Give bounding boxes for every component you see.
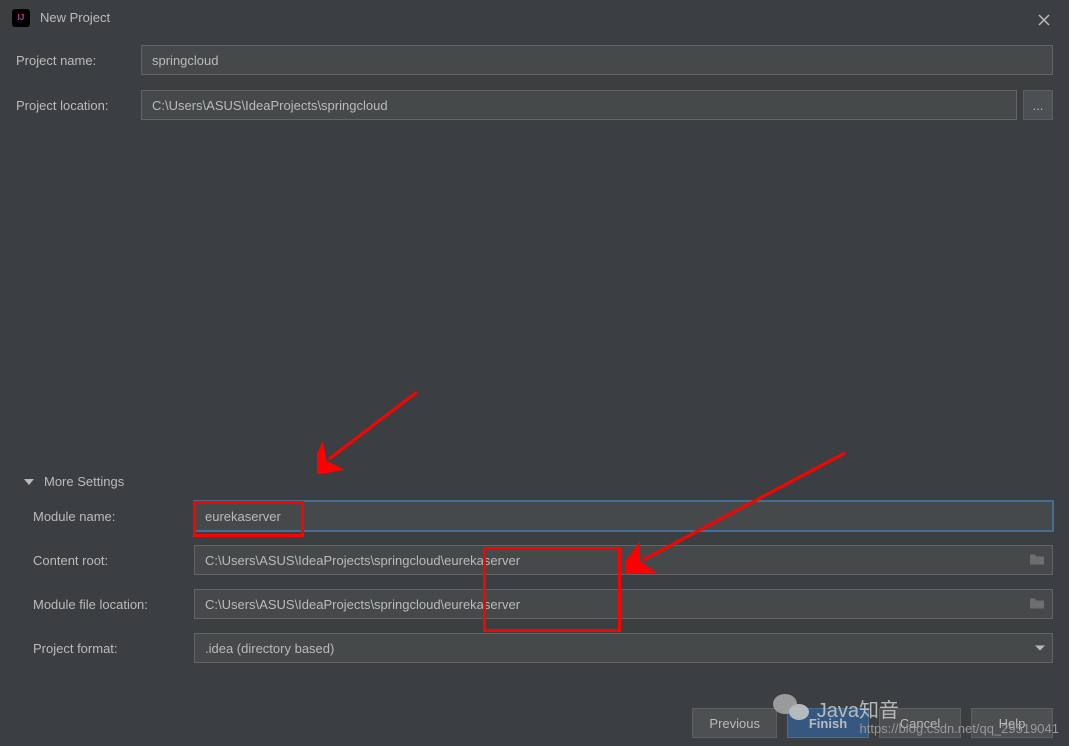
close-icon[interactable]	[1034, 10, 1054, 30]
chevron-down-icon[interactable]	[1035, 646, 1045, 651]
project-location-row: Project location: ...	[16, 90, 1053, 120]
content-root-input[interactable]	[194, 545, 1053, 575]
browse-button[interactable]: ...	[1023, 90, 1053, 120]
module-file-location-row: Module file location:	[16, 589, 1053, 619]
module-name-row: Module name:	[16, 501, 1053, 531]
intellij-icon	[12, 9, 30, 27]
cancel-button[interactable]: Cancel	[879, 708, 961, 738]
project-name-label: Project name:	[16, 53, 141, 68]
content-root-row: Content root:	[16, 545, 1053, 575]
module-file-location-input[interactable]	[194, 589, 1053, 619]
project-name-row: Project name:	[16, 45, 1053, 75]
project-location-input[interactable]	[141, 90, 1017, 120]
more-settings-toggle[interactable]: More Settings	[16, 470, 1053, 501]
content-root-label: Content root:	[33, 553, 194, 568]
project-format-label: Project format:	[33, 641, 194, 656]
folder-icon[interactable]	[1029, 552, 1045, 569]
chevron-down-icon	[24, 479, 34, 485]
module-file-location-label: Module file location:	[33, 597, 194, 612]
project-format-row: Project format:	[16, 633, 1053, 663]
module-name-input[interactable]	[194, 501, 1053, 531]
project-format-select[interactable]	[194, 633, 1053, 663]
help-button[interactable]: Help	[971, 708, 1053, 738]
window-title: New Project	[40, 10, 110, 25]
more-settings-label: More Settings	[44, 474, 124, 489]
folder-icon[interactable]	[1029, 596, 1045, 613]
previous-button[interactable]: Previous	[692, 708, 777, 738]
project-name-input[interactable]	[141, 45, 1053, 75]
spacer	[16, 135, 1053, 470]
project-location-label: Project location:	[16, 98, 141, 113]
button-bar: Previous Finish Cancel Help	[692, 708, 1053, 738]
finish-button[interactable]: Finish	[787, 708, 869, 738]
titlebar: New Project	[0, 0, 1069, 35]
dialog-content: Project name: Project location: ... More…	[0, 35, 1069, 687]
module-name-label: Module name:	[33, 509, 194, 524]
